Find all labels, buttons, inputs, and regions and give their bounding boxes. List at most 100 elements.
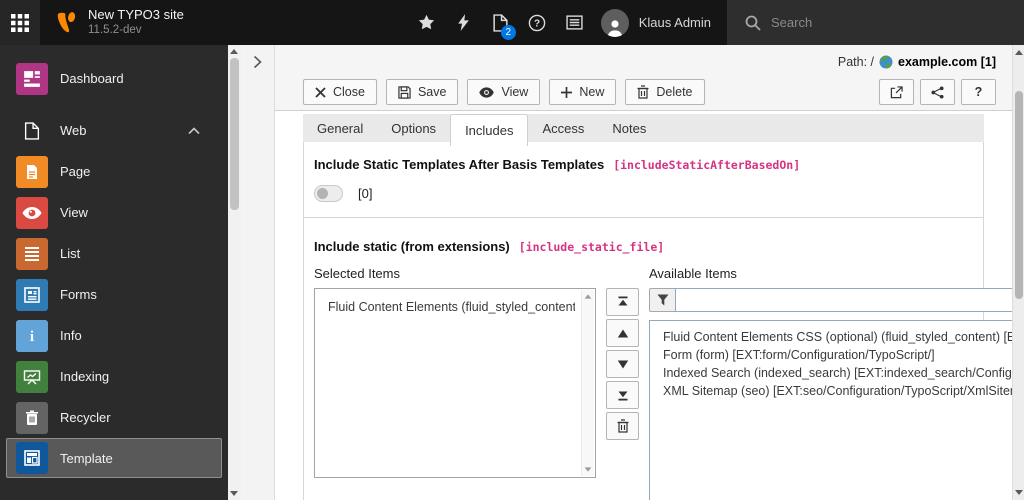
expand-pagetree-button[interactable] bbox=[253, 55, 262, 73]
user-menu-button[interactable]: Klaus Admin bbox=[593, 0, 727, 45]
clear-cache-button[interactable] bbox=[445, 0, 482, 45]
search-input[interactable] bbox=[771, 15, 971, 30]
toggle-knob bbox=[317, 188, 328, 199]
list-item[interactable]: Form (form) [EXT:form/Configuration/Typo… bbox=[663, 346, 1012, 364]
help-button[interactable]: ? bbox=[519, 0, 556, 45]
sidebar-item-indexing[interactable]: Indexing bbox=[0, 356, 228, 397]
field-label: Include static (from extensions) bbox=[314, 239, 510, 254]
scroll-down-arrow[interactable] bbox=[230, 491, 238, 496]
scroll-up-arrow[interactable] bbox=[1014, 50, 1023, 55]
move-down-button[interactable] bbox=[606, 350, 639, 378]
modulemenu-toggle-button[interactable] bbox=[0, 0, 40, 45]
toggle-switch[interactable] bbox=[314, 185, 343, 202]
list-item[interactable]: XML Sitemap (seo) [EXT:seo/Configuration… bbox=[663, 382, 1012, 400]
save-button[interactable]: Save bbox=[385, 79, 459, 105]
selected-list-scrollbar[interactable] bbox=[581, 290, 594, 476]
svg-text:i: i bbox=[30, 329, 34, 345]
toolbar-items: 2 ? Klaus Admin bbox=[408, 0, 727, 45]
delete-button[interactable]: Delete bbox=[625, 79, 705, 105]
filter-addon bbox=[649, 288, 675, 312]
open-documents-button[interactable]: 2 bbox=[482, 0, 519, 45]
typo3-logo-icon bbox=[52, 9, 79, 36]
scroll-down-arrow[interactable] bbox=[584, 467, 592, 472]
sidebar-item-label: Web bbox=[60, 123, 87, 138]
avatar bbox=[600, 8, 629, 37]
field-code-label: [includeStaticAfterBasedOn] bbox=[613, 158, 801, 172]
scroll-down-arrow[interactable] bbox=[1014, 490, 1023, 495]
new-button[interactable]: New bbox=[549, 79, 617, 105]
scroll-up-arrow[interactable] bbox=[584, 294, 592, 299]
sidebar-item-forms[interactable]: Forms bbox=[0, 274, 228, 315]
list-icon bbox=[16, 237, 48, 270]
tab-general[interactable]: General bbox=[303, 114, 377, 142]
page-icon bbox=[16, 155, 48, 188]
tab-access[interactable]: Access bbox=[528, 114, 598, 142]
view-button[interactable]: View bbox=[467, 79, 541, 105]
sidebar-item-label: Indexing bbox=[60, 369, 110, 384]
arrow-down-icon bbox=[617, 360, 629, 369]
globe-icon bbox=[879, 55, 893, 69]
scroll-up-arrow[interactable] bbox=[230, 49, 238, 54]
move-to-top-button[interactable] bbox=[606, 288, 639, 316]
help-circle-icon: ? bbox=[528, 14, 546, 32]
path-prefix: Path: / bbox=[837, 55, 875, 69]
opendocs-count-badge: 2 bbox=[500, 25, 516, 40]
help-button-docheader[interactable]: ? bbox=[961, 79, 996, 105]
list-item[interactable]: Indexed Search (indexed_search) [EXT:ind… bbox=[663, 364, 1012, 382]
available-items-column: Fluid Content Elements CSS (optional) (f… bbox=[649, 288, 1012, 500]
breadcrumb: Path: / example.com [1] bbox=[303, 52, 996, 72]
docheader: Path: / example.com [1] Close Save View … bbox=[275, 45, 1012, 111]
move-to-bottom-icon bbox=[617, 389, 629, 401]
open-in-new-window-button[interactable] bbox=[879, 79, 914, 105]
list-item[interactable]: Fluid Content Elements CSS (optional) (f… bbox=[663, 328, 1012, 346]
sidebar-item-dashboard[interactable]: Dashboard bbox=[0, 58, 228, 99]
available-items-label: Available Items bbox=[649, 266, 737, 281]
username-label: Klaus Admin bbox=[638, 15, 711, 30]
sidebar-item-page[interactable]: Page bbox=[0, 151, 228, 192]
sidebar-item-template[interactable]: Template bbox=[6, 438, 222, 478]
sidebar-item-label: Info bbox=[60, 328, 82, 343]
available-items-list[interactable]: Fluid Content Elements CSS (optional) (f… bbox=[649, 320, 1012, 500]
presentation-chart-icon bbox=[16, 360, 48, 393]
docheader-buttons: Close Save View New Delete ? bbox=[303, 79, 996, 105]
form-icon bbox=[16, 278, 48, 311]
toggle-value-label: [0] bbox=[358, 186, 373, 201]
item-mover-buttons bbox=[596, 288, 649, 500]
sidebar-item-label: Dashboard bbox=[60, 71, 124, 86]
move-up-button[interactable] bbox=[606, 319, 639, 347]
current-page-label: example.com [1] bbox=[898, 55, 996, 69]
share-nodes-icon bbox=[931, 85, 944, 99]
selected-items-list[interactable]: Fluid Content Elements (fluid_styled_con… bbox=[314, 288, 596, 478]
remove-item-button[interactable] bbox=[606, 412, 639, 440]
close-icon bbox=[315, 86, 326, 98]
sidebar-item-list[interactable]: List bbox=[0, 233, 228, 274]
arrow-up-icon bbox=[617, 329, 629, 338]
field-include-static-after: Include Static Templates After Basis Tem… bbox=[303, 142, 984, 218]
bookmarks-button[interactable] bbox=[408, 0, 445, 45]
scrollbar-thumb[interactable] bbox=[230, 58, 239, 210]
tab-notes[interactable]: Notes bbox=[598, 114, 660, 142]
sidebar-item-view[interactable]: View bbox=[0, 192, 228, 233]
live-search bbox=[727, 0, 1024, 45]
tab-options[interactable]: Options bbox=[377, 114, 450, 142]
available-items-filter-input[interactable] bbox=[675, 288, 1012, 312]
content-scrollbar[interactable] bbox=[1012, 45, 1024, 500]
pagetree-collapsed-strip bbox=[241, 45, 275, 500]
scrollbar-thumb[interactable] bbox=[1014, 91, 1023, 299]
trash-icon bbox=[637, 85, 649, 99]
multi-select-widget: Selected Items Available Items Fluid Con… bbox=[314, 266, 1012, 500]
move-to-bottom-button[interactable] bbox=[606, 381, 639, 409]
tab-includes[interactable]: Includes bbox=[450, 114, 529, 146]
sidebar-item-recycler[interactable]: Recycler bbox=[0, 397, 228, 438]
module-content: Path: / example.com [1] Close Save View … bbox=[275, 45, 1024, 500]
sidebar-scrollbar[interactable] bbox=[228, 45, 241, 500]
list-item[interactable]: Fluid Content Elements (fluid_styled_con… bbox=[328, 298, 575, 316]
bolt-icon bbox=[457, 14, 470, 31]
close-button[interactable]: Close bbox=[303, 79, 377, 105]
sidebar-item-info[interactable]: i Info bbox=[0, 315, 228, 356]
question-icon: ? bbox=[974, 85, 983, 99]
sidebar-item-web[interactable]: Web bbox=[0, 110, 228, 151]
share-button[interactable] bbox=[920, 79, 955, 105]
system-information-button[interactable] bbox=[556, 0, 593, 45]
filter-row bbox=[649, 288, 1012, 312]
